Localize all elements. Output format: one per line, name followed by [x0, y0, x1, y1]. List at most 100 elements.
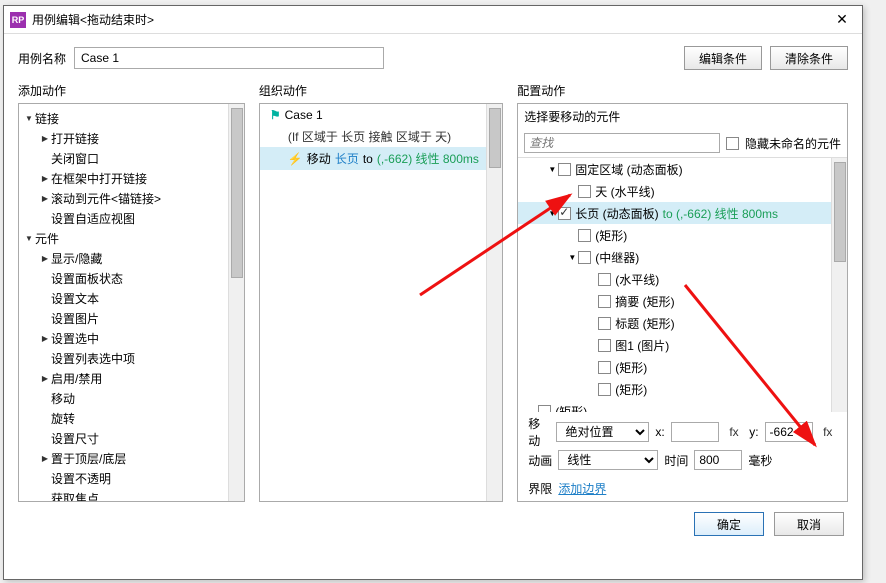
- widget-tree-item[interactable]: 图1 (图片): [518, 334, 847, 356]
- tree-item[interactable]: 在框架中打开链接: [19, 168, 244, 188]
- widget-checkbox[interactable]: [598, 339, 611, 352]
- case-editor-dialog: RP 用例编辑<拖动结束时> ✕ 用例名称 编辑条件 清除条件 添加动作 链接打…: [3, 5, 863, 580]
- hide-unnamed-checkbox[interactable]: [726, 137, 739, 150]
- tree-item[interactable]: 设置面板状态: [19, 268, 244, 288]
- widget-checkbox[interactable]: [598, 295, 611, 308]
- add-boundary-link[interactable]: 添加边界: [558, 480, 606, 497]
- widget-tree-item[interactable]: 标题 (矩形): [518, 312, 847, 334]
- widget-label: 长页 (动态面板): [575, 205, 658, 222]
- widget-label: (矩形): [595, 227, 627, 244]
- widget-tree-item[interactable]: 摘要 (矩形): [518, 290, 847, 312]
- time-input[interactable]: [694, 450, 742, 470]
- anim-mode-select[interactable]: 线性: [558, 450, 658, 470]
- widget-tree-item[interactable]: (矩形): [518, 378, 847, 400]
- widget-tree-item[interactable]: ▼ (中继器): [518, 246, 847, 268]
- ok-button[interactable]: 确定: [694, 512, 764, 536]
- tree-item[interactable]: 设置自适应视图: [19, 208, 244, 228]
- action-label: 启用/禁用: [51, 370, 226, 387]
- widget-checkbox[interactable]: [558, 207, 571, 220]
- anim-label: 动画: [528, 452, 552, 469]
- action-label: 移动: [51, 390, 226, 407]
- close-icon[interactable]: ✕: [828, 11, 856, 28]
- scrollbar[interactable]: [486, 104, 502, 501]
- app-icon: RP: [10, 12, 26, 28]
- hide-unnamed-label: 隐藏未命名的元件: [745, 135, 841, 152]
- boundary-row: 界限 添加边界: [528, 474, 837, 502]
- widget-checkbox[interactable]: [598, 273, 611, 286]
- widget-tree-item[interactable]: (矩形): [518, 400, 847, 412]
- tree-item[interactable]: 设置图片: [19, 308, 244, 328]
- tree-item[interactable]: 显示/隐藏: [19, 248, 244, 268]
- action-to: to: [363, 152, 373, 166]
- expand-icon[interactable]: ▼: [546, 165, 558, 174]
- tree-item[interactable]: 设置不透明: [19, 468, 244, 488]
- expand-icon[interactable]: ▼: [566, 253, 578, 262]
- widget-checkbox[interactable]: [538, 405, 551, 413]
- tree-item[interactable]: 设置尺寸: [19, 428, 244, 448]
- widget-label: (中继器): [595, 249, 639, 266]
- tree-item[interactable]: 置于顶层/底层: [19, 448, 244, 468]
- clear-condition-button[interactable]: 清除条件: [770, 46, 848, 70]
- widget-tree-item[interactable]: ▼长页 (动态面板)to (,-662) 线性 800ms: [518, 202, 847, 224]
- expand-icon[interactable]: [23, 113, 35, 123]
- tree-item[interactable]: 设置选中: [19, 328, 244, 348]
- fx-y-button[interactable]: fx: [819, 425, 837, 439]
- tree-item[interactable]: 设置文本: [19, 288, 244, 308]
- tree-item[interactable]: 打开链接: [19, 128, 244, 148]
- expand-icon[interactable]: [39, 193, 51, 203]
- tree-item[interactable]: 启用/禁用: [19, 368, 244, 388]
- tree-item[interactable]: 设置列表选中项: [19, 348, 244, 368]
- widget-checkbox[interactable]: [598, 383, 611, 396]
- tree-item[interactable]: 获取焦点: [19, 488, 244, 502]
- widget-checkbox[interactable]: [598, 317, 611, 330]
- tree-group-header[interactable]: 元件: [19, 228, 244, 248]
- widget-checkbox[interactable]: [578, 185, 591, 198]
- expand-icon[interactable]: [39, 253, 51, 263]
- tree-item[interactable]: 关闭窗口: [19, 148, 244, 168]
- scrollbar[interactable]: [228, 104, 244, 501]
- tree-item[interactable]: 旋转: [19, 408, 244, 428]
- widget-checkbox[interactable]: [578, 229, 591, 242]
- fx-x-button[interactable]: fx: [725, 425, 743, 439]
- configure-panel: 选择要移动的元件 隐藏未命名的元件 ▼固定区域 (动态面板)天 (水平线) ▼ 长页…: [517, 103, 848, 502]
- widget-tree-item[interactable]: (水平线): [518, 268, 847, 290]
- y-input[interactable]: [765, 422, 813, 442]
- scrollbar[interactable]: [831, 158, 847, 412]
- tree-item[interactable]: 滚动到元件<锚链接>: [19, 188, 244, 208]
- cancel-button[interactable]: 取消: [774, 512, 844, 536]
- configure-header: 选择要移动的元件: [518, 104, 847, 129]
- expand-icon[interactable]: [39, 333, 51, 343]
- widget-tree-item[interactable]: (矩形): [518, 356, 847, 378]
- x-input[interactable]: [671, 422, 719, 442]
- expand-icon[interactable]: [39, 453, 51, 463]
- expand-icon[interactable]: [39, 173, 51, 183]
- time-label: 时间: [664, 452, 688, 469]
- move-row: 移动 绝对位置 x: fx y: fx: [528, 418, 837, 446]
- expand-icon[interactable]: ▼: [546, 209, 558, 218]
- widget-checkbox[interactable]: [598, 361, 611, 374]
- action-label: 获取焦点: [51, 490, 226, 503]
- expand-icon[interactable]: [39, 373, 51, 383]
- titlebar: RP 用例编辑<拖动结束时> ✕: [4, 6, 862, 34]
- move-label: 移动: [528, 415, 550, 449]
- widget-checkbox[interactable]: [558, 163, 571, 176]
- expand-icon[interactable]: [39, 133, 51, 143]
- widget-tree-item[interactable]: ▼固定区域 (动态面板): [518, 158, 847, 180]
- move-mode-select[interactable]: 绝对位置: [556, 422, 649, 442]
- search-input[interactable]: [524, 133, 720, 153]
- widget-label: (水平线): [615, 271, 659, 288]
- widget-tree-item[interactable]: 天 (水平线): [518, 180, 847, 202]
- action-item[interactable]: ⚡ 移动 长页 to (,-662) 线性 800ms: [260, 147, 502, 170]
- case-header[interactable]: ⚑ Case 1: [260, 104, 502, 126]
- expand-icon[interactable]: [23, 233, 35, 243]
- case-name-text: Case 1: [285, 108, 323, 122]
- widget-checkbox[interactable]: [578, 251, 591, 264]
- case-name-input[interactable]: [74, 47, 384, 69]
- y-label: y:: [749, 425, 758, 439]
- edit-condition-button[interactable]: 编辑条件: [684, 46, 762, 70]
- action-label: 显示/隐藏: [51, 250, 226, 267]
- tree-group-header[interactable]: 链接: [19, 108, 244, 128]
- widget-tree-item[interactable]: (矩形): [518, 224, 847, 246]
- tree-item[interactable]: 移动: [19, 388, 244, 408]
- widget-label: 摘要 (矩形): [615, 293, 674, 310]
